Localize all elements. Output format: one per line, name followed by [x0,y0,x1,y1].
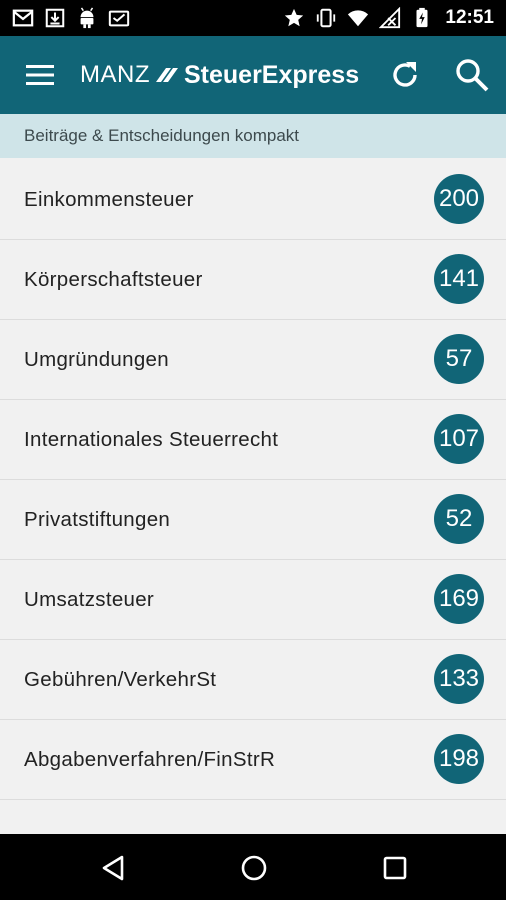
recents-icon[interactable] [382,855,408,881]
list-item[interactable]: Körperschaftsteuer 141 [0,240,506,320]
product-name: SteuerExpress [184,60,360,89]
count-badge: 200 [434,174,484,224]
download-icon [45,8,65,28]
star-icon [285,8,304,27]
category-label: Umsatzsteuer [24,588,155,611]
no-signal-icon [379,7,401,29]
home-icon[interactable] [240,854,268,882]
count-badge: 198 [434,734,484,784]
list-item[interactable]: Gebühren/VerkehrSt 133 [0,640,506,720]
inbox-icon [108,10,130,27]
system-nav-bar [0,834,506,900]
wifi-icon [348,10,369,27]
brand-name: MANZ [80,61,150,88]
count-badge: 169 [434,574,484,624]
list-item[interactable]: Umsatzsteuer 169 [0,560,506,640]
category-label: Gebühren/VerkehrSt [24,668,217,691]
menu-icon[interactable] [22,60,58,90]
category-label: Körperschaftsteuer [24,268,203,291]
app-title: MANZ SteuerExpress [80,58,359,92]
category-label: Abgabenverfahren/FinStrR [24,748,276,771]
search-icon[interactable] [454,57,490,93]
category-label: Internationales Steuerrecht [24,428,279,451]
list-item[interactable]: Privatstiftungen 52 [0,480,506,560]
vibrate-icon [317,8,336,28]
battery-charging-icon [416,7,428,28]
android-icon [80,7,94,29]
gmail-icon [12,9,34,27]
refresh-icon[interactable] [388,58,422,92]
count-badge: 133 [434,654,484,704]
count-badge: 141 [434,254,484,304]
manz-logo-mark-icon [156,68,178,82]
app-bar: MANZ SteuerExpress [0,36,506,114]
status-bar: 12:51 [0,0,506,36]
category-list: Einkommensteuer 200 Körperschaftsteuer 1… [0,160,506,834]
section-subheader: Beiträge & Entscheidungen kompakt [0,114,506,158]
count-badge: 57 [434,334,484,384]
category-label: Umgründungen [24,348,169,371]
category-label: Privatstiftungen [24,508,171,531]
list-item[interactable]: Abgabenverfahren/FinStrR 198 [0,720,506,800]
count-badge: 52 [434,494,484,544]
list-item[interactable]: Einkommensteuer 200 [0,160,506,240]
category-label: Einkommensteuer [24,188,194,211]
back-icon[interactable] [100,854,126,882]
list-item[interactable]: Umgründungen 57 [0,320,506,400]
list-item[interactable]: Internationales Steuerrecht 107 [0,400,506,480]
status-clock: 12:51 [445,7,494,28]
count-badge: 107 [434,414,484,464]
